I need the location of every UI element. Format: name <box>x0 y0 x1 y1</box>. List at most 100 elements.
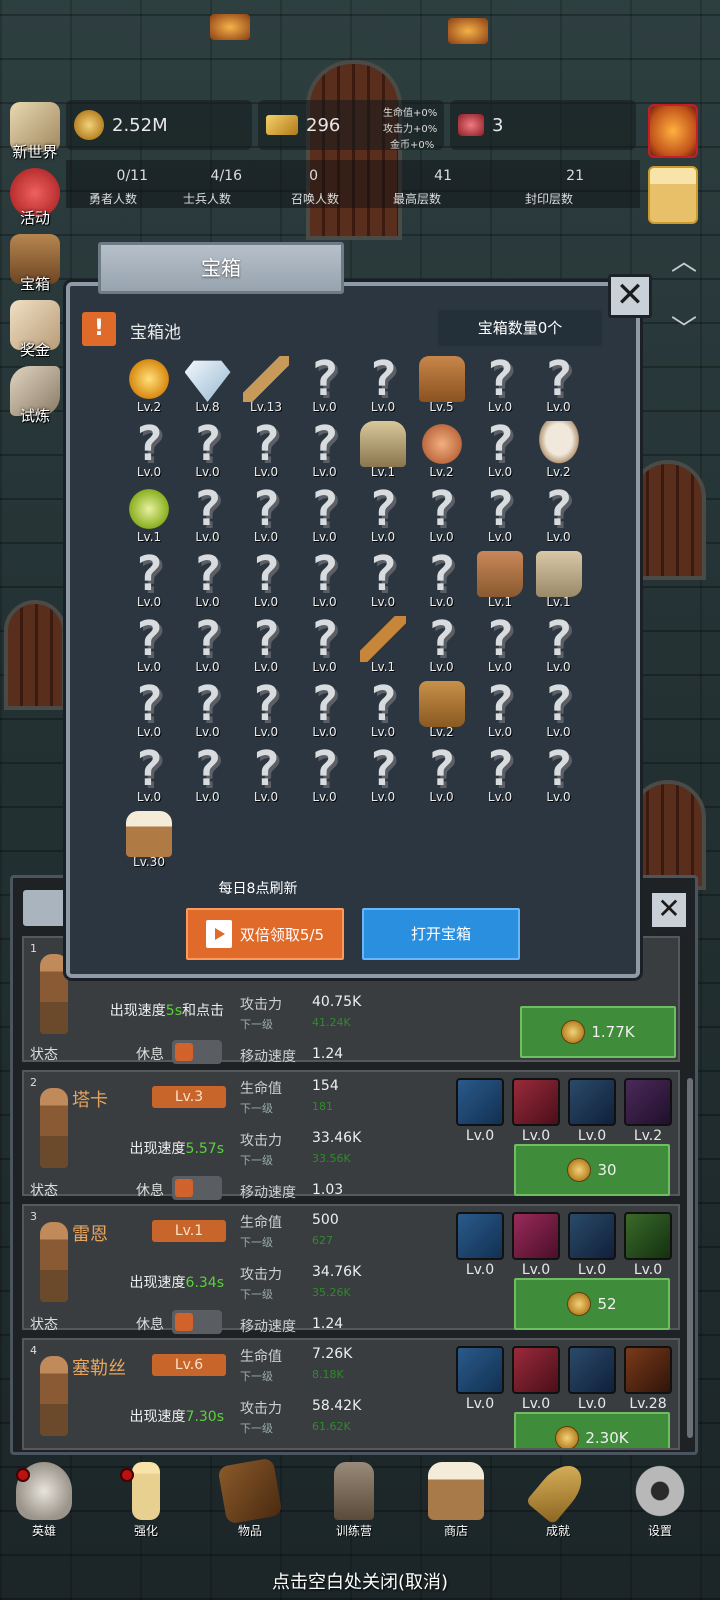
chest-item[interactable]: ? Lv.0 <box>181 550 235 611</box>
nav-items[interactable]: 物品 <box>206 1457 294 1542</box>
upgrade-button[interactable]: 52 <box>514 1278 670 1330</box>
chest-item[interactable]: ? Lv.0 <box>532 745 586 806</box>
nav-enhance[interactable]: 强化 <box>102 1462 190 1542</box>
chest-item[interactable]: Lv.13 <box>239 356 293 416</box>
candle-icon[interactable] <box>648 166 698 224</box>
chest-item[interactable]: ? Lv.0 <box>415 485 469 546</box>
chest-item[interactable]: ? Lv.0 <box>356 550 410 611</box>
hero-card[interactable]: 2 塔卡 Lv.3 出现速度5.57s 生命值 154 下一级 181 攻击力 … <box>22 1070 680 1201</box>
chest-item[interactable]: ? Lv.0 <box>532 680 586 741</box>
chest-item[interactable]: ? Lv.0 <box>122 550 176 611</box>
chest-item[interactable]: ? Lv.0 <box>122 680 176 741</box>
chest-item[interactable]: ? Lv.0 <box>239 615 293 676</box>
boot-skill-icon[interactable] <box>568 1078 616 1126</box>
side-bonus[interactable]: 奖金 <box>2 298 68 362</box>
chest-item[interactable]: ? Lv.0 <box>181 485 235 546</box>
boot-skill-icon[interactable] <box>568 1346 616 1394</box>
chest-item[interactable]: Lv.2 <box>532 421 586 481</box>
shield-skill-icon[interactable] <box>456 1078 504 1126</box>
chest-item[interactable]: ? Lv.0 <box>298 485 352 546</box>
chest-item[interactable]: ? Lv.0 <box>298 615 352 676</box>
nav-settings[interactable]: 设置 <box>616 1462 704 1542</box>
chest-item[interactable]: Lv.1 <box>532 551 586 611</box>
hero-list-scrollbar[interactable] <box>687 1078 693 1438</box>
hero-card[interactable]: 4 塞勒丝 Lv.6 出现速度7.30s 生命值 7.26K 下一级 8.18K… <box>22 1338 680 1450</box>
chest-item[interactable]: ? Lv.0 <box>181 615 235 676</box>
double-claim-button[interactable]: 双倍领取5/5 <box>186 908 344 960</box>
blade-skill-icon[interactable] <box>512 1212 560 1260</box>
chest-item[interactable]: ? Lv.0 <box>298 745 352 806</box>
open-chest-button[interactable]: 打开宝箱 <box>362 908 520 960</box>
chest-item[interactable]: ? Lv.0 <box>181 680 235 741</box>
axe-skill-icon[interactable] <box>512 1078 560 1126</box>
side-chest[interactable]: 宝箱 <box>2 232 68 296</box>
chest-item[interactable]: Lv.30 <box>122 811 176 871</box>
chest-item[interactable]: ? Lv.0 <box>473 485 527 546</box>
chest-item[interactable]: Lv.8 <box>181 356 235 416</box>
chest-item[interactable]: ? Lv.0 <box>122 745 176 806</box>
chest-item[interactable]: ? Lv.0 <box>415 745 469 806</box>
chest-item[interactable]: ? Lv.0 <box>473 680 527 741</box>
chest-item[interactable]: ? Lv.0 <box>473 420 527 481</box>
snake-skill-icon[interactable] <box>624 1212 672 1260</box>
sword-skill-icon[interactable] <box>456 1212 504 1260</box>
chest-item[interactable]: ? Lv.0 <box>298 355 352 416</box>
chest-item[interactable]: ? Lv.0 <box>122 615 176 676</box>
chest-item[interactable]: ? Lv.0 <box>239 420 293 481</box>
chest-item[interactable]: ? Lv.0 <box>532 615 586 676</box>
fang-skill-icon[interactable] <box>512 1346 560 1394</box>
scroll-down-icon[interactable]: ﹀ <box>664 316 704 344</box>
chest-item[interactable]: ? Lv.0 <box>239 550 293 611</box>
hero-card[interactable]: 3 雷恩 Lv.1 出现速度6.34s 生命值 500 下一级 627 攻击力 … <box>22 1204 680 1335</box>
nav-shop[interactable]: 商店 <box>412 1462 500 1542</box>
modal-close-button[interactable]: ✕ <box>608 274 652 318</box>
chest-item[interactable]: Lv.1 <box>356 616 410 676</box>
chest-item[interactable]: ? Lv.0 <box>239 745 293 806</box>
chest-item[interactable]: ? Lv.0 <box>532 355 586 416</box>
chest-item[interactable]: ? Lv.0 <box>298 680 352 741</box>
apple-icon[interactable] <box>648 104 698 158</box>
side-new-world[interactable]: 新世界 <box>2 100 68 164</box>
badge-skill-icon[interactable] <box>456 1346 504 1394</box>
side-trial[interactable]: 试炼 <box>2 364 68 428</box>
side-events[interactable]: 活动 <box>2 166 68 230</box>
chest-item[interactable]: ? Lv.0 <box>239 680 293 741</box>
upgrade-button[interactable]: 2.30K <box>514 1412 670 1448</box>
chest-item[interactable]: Lv.2 <box>415 681 469 741</box>
spider-skill-icon[interactable] <box>624 1346 672 1394</box>
chest-item[interactable]: Lv.1 <box>122 486 176 546</box>
upgrade-button[interactable]: 30 <box>514 1144 670 1196</box>
chest-item[interactable]: ? Lv.0 <box>415 615 469 676</box>
hero-list-close-button[interactable]: ✕ <box>649 890 689 930</box>
chest-item[interactable]: ? Lv.0 <box>356 745 410 806</box>
chest-item[interactable]: ? Lv.0 <box>181 745 235 806</box>
chest-item[interactable]: ? Lv.0 <box>473 615 527 676</box>
nav-training[interactable]: 训练营 <box>310 1462 398 1542</box>
chest-item[interactable]: ? Lv.0 <box>356 355 410 416</box>
boot-skill-icon[interactable] <box>568 1212 616 1260</box>
chest-item[interactable]: Lv.5 <box>415 356 469 416</box>
chest-item[interactable]: Lv.2 <box>122 356 176 416</box>
upgrade-button[interactable]: 1.77K <box>520 1006 676 1058</box>
rest-toggle[interactable] <box>172 1040 222 1064</box>
chest-item[interactable]: ? Lv.0 <box>239 485 293 546</box>
chest-item[interactable]: ? Lv.0 <box>532 485 586 546</box>
rest-toggle[interactable] <box>172 1176 222 1200</box>
chest-item[interactable]: Lv.2 <box>415 421 469 481</box>
chest-item[interactable]: ? Lv.0 <box>298 420 352 481</box>
chest-item[interactable]: ? Lv.0 <box>298 550 352 611</box>
pickaxe-skill-icon[interactable] <box>624 1078 672 1126</box>
chest-item[interactable]: ? Lv.0 <box>181 420 235 481</box>
rest-toggle[interactable] <box>172 1310 222 1334</box>
close-hint[interactable]: 点击空白处关闭(取消) <box>0 1568 720 1594</box>
nav-achievements[interactable]: 成就 <box>514 1457 602 1542</box>
chest-item[interactable]: ? Lv.0 <box>122 420 176 481</box>
chest-item[interactable]: ? Lv.0 <box>356 680 410 741</box>
chest-item[interactable]: Lv.1 <box>356 421 410 481</box>
nav-heroes[interactable]: 英雄 <box>0 1462 88 1542</box>
chest-item[interactable]: ? Lv.0 <box>356 485 410 546</box>
chest-item[interactable]: ? Lv.0 <box>415 550 469 611</box>
scroll-up-icon[interactable]: ︿ <box>664 248 704 276</box>
chest-item[interactable]: ? Lv.0 <box>473 745 527 806</box>
chest-item[interactable]: ? Lv.0 <box>473 355 527 416</box>
